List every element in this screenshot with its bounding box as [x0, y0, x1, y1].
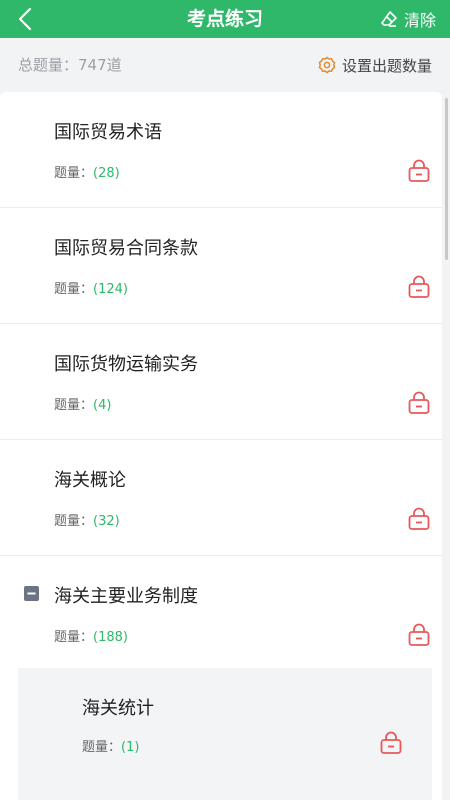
lock-icon[interactable]	[406, 390, 432, 416]
lock-icon[interactable]	[406, 158, 432, 184]
item-count: 题量：(188)	[54, 626, 128, 645]
count-label: 题量：	[54, 282, 94, 297]
item-count: 题量：(28)	[54, 162, 120, 181]
total-question-count: 总题量：747道	[18, 56, 122, 74]
item-count: 题量：(32)	[54, 510, 120, 529]
item-count: 题量：(124)	[54, 278, 128, 297]
chevron-left-icon	[18, 7, 32, 31]
item-count: 题量：(4)	[54, 394, 111, 413]
list-item[interactable]: 国际贸易合同条款 题量：(124)	[0, 208, 442, 324]
set-question-count-button[interactable]: 设置出题数量	[318, 38, 432, 92]
count-value: (4)	[93, 398, 112, 413]
count-label: 题量：	[54, 514, 94, 529]
count-value: (32)	[93, 514, 120, 529]
count-value: (188)	[93, 630, 128, 645]
item-name: 国际贸易术语	[54, 122, 162, 143]
item-name: 国际货物运输实务	[54, 354, 198, 375]
eraser-icon	[381, 11, 397, 27]
count-label: 题量：	[54, 398, 94, 413]
count-value: (1)	[121, 740, 140, 755]
topic-list: 国际贸易术语 题量：(28) 国际贸易合同条款 题量：(124) 国际货物运输实…	[0, 92, 442, 800]
lock-icon[interactable]	[406, 274, 432, 300]
item-name: 海关概论	[54, 470, 126, 491]
list-item[interactable]: 国际贸易术语 题量：(28)	[0, 92, 442, 208]
lock-icon[interactable]	[378, 730, 404, 756]
clear-label: 清除	[403, 11, 436, 30]
clear-button[interactable]: 清除	[380, 0, 436, 38]
count-label: 题量：	[54, 166, 94, 181]
list-item[interactable]: 海关概论 题量：(32)	[0, 440, 442, 556]
list-item[interactable]: 国际货物运输实务 题量：(4)	[0, 324, 442, 440]
item-name: 海关主要业务制度	[54, 586, 198, 607]
summary-bar: 总题量：747道 设置出题数量	[0, 38, 450, 92]
item-name: 海关统计	[82, 698, 154, 719]
count-label: 题量：	[54, 630, 94, 645]
settings-label: 设置出题数量	[341, 56, 432, 75]
item-name: 国际贸易合同条款	[54, 238, 198, 259]
lock-icon[interactable]	[406, 506, 432, 532]
list-item[interactable]: 海关主要业务制度 题量：(188)	[0, 556, 442, 672]
count-label: 题量：	[82, 740, 122, 755]
back-button[interactable]	[10, 4, 40, 34]
count-value: (28)	[93, 166, 120, 181]
sub-list-item[interactable]: 海关统计 题量：(1)	[18, 668, 432, 800]
scrollbar-thumb[interactable]	[445, 98, 448, 260]
gear-icon	[318, 56, 336, 74]
header-bar: 考点练习 清除	[0, 0, 450, 38]
lock-icon[interactable]	[406, 622, 432, 648]
item-count: 题量：(1)	[82, 736, 139, 755]
count-value: (124)	[93, 282, 128, 297]
minus-square-icon[interactable]	[24, 586, 39, 601]
